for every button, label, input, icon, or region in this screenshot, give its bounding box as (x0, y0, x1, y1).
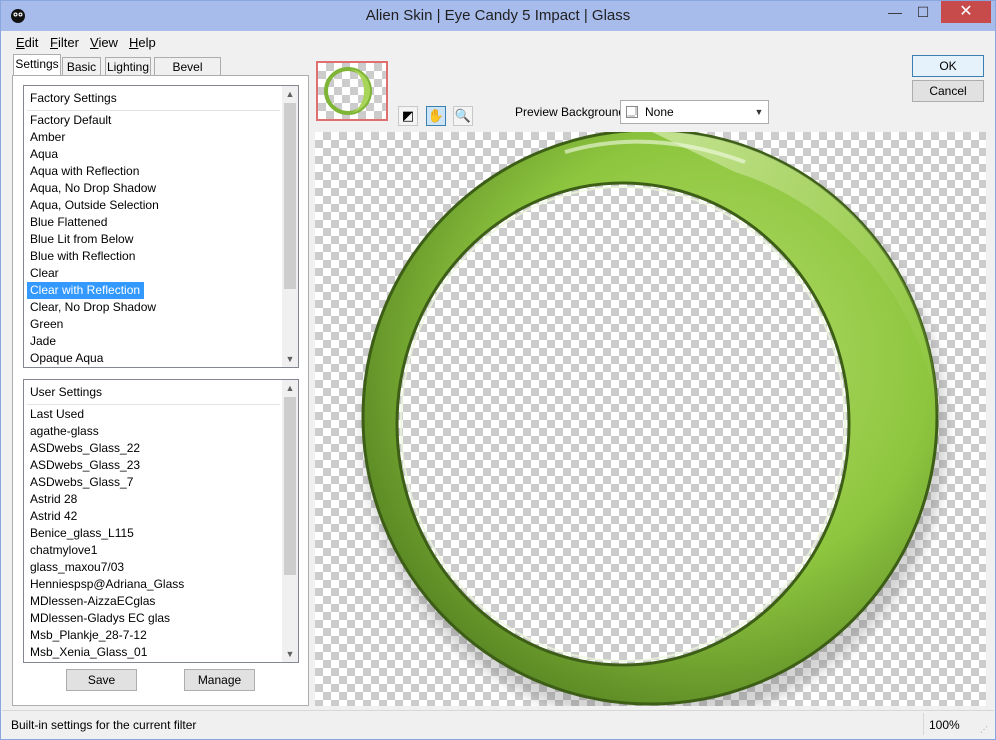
factory-settings-header: Factory Settings (30, 91, 117, 105)
list-item[interactable]: chatmylove1 (27, 542, 280, 559)
window-title: Alien Skin | Eye Candy 5 Impact | Glass (365, 7, 631, 24)
user-settings-header: User Settings (30, 385, 103, 399)
close-button[interactable]: ✕ (941, 1, 991, 23)
list-item[interactable]: Blue Lit from Below (27, 231, 280, 248)
scroll-up-icon[interactable]: ▲ (282, 380, 298, 396)
list-divider (27, 110, 280, 111)
app-window: Alien Skin | Eye Candy 5 Impact | Glass … (0, 0, 996, 740)
menu-edit[interactable]: Edit (16, 35, 38, 50)
user-list-scrollbar[interactable]: ▲ ▼ (282, 380, 298, 662)
zoom-icon[interactable]: 🔍 (453, 106, 473, 126)
compare-icon[interactable]: ◩ (398, 106, 418, 126)
list-item[interactable]: ASDwebs_Glass_7 (27, 474, 280, 491)
scroll-thumb[interactable] (284, 103, 296, 289)
menu-bar: Edit Filter View Help (2, 31, 994, 53)
list-item[interactable]: MDlessen-AizzaECglas (27, 593, 280, 610)
list-item[interactable]: Benice_glass_L115 (27, 525, 280, 542)
list-item[interactable]: ASDwebs_Glass_23 (27, 457, 280, 474)
list-item[interactable]: Clear with Reflection (27, 282, 145, 299)
list-item[interactable]: Msb_Plankje_28-7-12 (27, 627, 280, 644)
list-item[interactable]: Opaque Aqua (27, 350, 280, 367)
user-settings-items: Last Used agathe-glass ASDwebs_Glass_22 ASD… (27, 406, 280, 661)
scroll-up-icon[interactable]: ▲ (282, 86, 298, 102)
list-item[interactable]: Astrid 28 (27, 491, 280, 508)
list-item[interactable]: Aqua, No Drop Shadow (27, 180, 280, 197)
list-divider (27, 404, 280, 405)
background-swatch-icon (626, 106, 638, 118)
list-item[interactable]: Blue Flattened (27, 214, 280, 231)
status-bar: Built-in settings for the current filter… (2, 710, 994, 739)
preview-background-select[interactable]: None ▼ (620, 100, 769, 124)
ok-button[interactable]: OK (912, 55, 984, 77)
list-item[interactable]: Factory Default (27, 112, 280, 129)
preview-background-value: None (645, 105, 674, 119)
thumbnail-ring (324, 67, 372, 115)
list-item[interactable]: Msb_Xenia_Glass_01 (27, 644, 280, 661)
title-bar[interactable]: Alien Skin | Eye Candy 5 Impact | Glass … (1, 1, 995, 31)
list-item[interactable]: Astrid 42 (27, 508, 280, 525)
list-item[interactable]: agathe-glass (27, 423, 280, 440)
scroll-thumb[interactable] (284, 397, 296, 575)
minimize-icon: — (888, 4, 902, 20)
list-item[interactable]: Aqua (27, 146, 280, 163)
list-item[interactable]: glass_maxou7/03 (27, 559, 280, 576)
list-item[interactable]: Aqua, Outside Selection (27, 197, 280, 214)
manage-button[interactable]: Manage (184, 669, 255, 691)
list-item[interactable]: Clear (27, 265, 280, 282)
tab-lighting[interactable]: Lighting (105, 57, 151, 75)
list-item[interactable]: Amber (27, 129, 280, 146)
maximize-button[interactable]: ☐ (909, 1, 937, 23)
minimize-button[interactable]: — (881, 1, 909, 23)
list-item[interactable]: Jade (27, 333, 280, 350)
tab-bevel-profile[interactable]: Bevel Profile (154, 57, 221, 92)
factory-settings-items: Factory Default Amber Aqua Aqua with Reflec… (27, 112, 280, 367)
glass-ring-preview (361, 132, 947, 706)
list-item[interactable]: Last Used (27, 406, 280, 423)
save-button[interactable]: Save (66, 669, 137, 691)
preview-background-label: Preview Background: (515, 105, 629, 119)
chevron-down-icon[interactable]: ▼ (750, 101, 768, 123)
list-item[interactable]: Aqua with Reflection (27, 163, 280, 180)
menu-filter[interactable]: Filter (50, 35, 79, 50)
menu-view[interactable]: View (90, 35, 118, 50)
maximize-icon: ☐ (916, 4, 930, 20)
cancel-button[interactable]: Cancel (912, 80, 984, 102)
factory-settings-list[interactable]: Factory Settings Factory Default Amber Aqu… (23, 85, 299, 368)
tab-basic[interactable]: Basic (62, 57, 101, 75)
status-text: Built-in settings for the current filter (11, 718, 197, 732)
user-settings-list[interactable]: User Settings Last Used agathe-glass ASDwe… (23, 379, 299, 663)
close-icon: ✕ (959, 3, 973, 20)
preview-canvas[interactable] (315, 132, 986, 706)
factory-list-scrollbar[interactable]: ▲ ▼ (282, 86, 298, 367)
list-item[interactable]: ASDwebs_Glass_22 (27, 440, 280, 457)
tab-settings[interactable]: Settings (13, 54, 61, 75)
resize-grip-icon[interactable]: ⋰ (980, 725, 990, 735)
hand-pan-icon[interactable]: ✋ (426, 106, 446, 126)
scroll-down-icon[interactable]: ▼ (282, 351, 298, 367)
list-item[interactable]: Green (27, 316, 280, 333)
preview-thumbnail[interactable] (316, 61, 388, 121)
menu-help[interactable]: Help (129, 35, 156, 50)
zoom-text: 100% (929, 718, 960, 732)
list-item[interactable]: MDlessen-Gladys EC glas (27, 610, 280, 627)
list-item[interactable]: Clear, No Drop Shadow (27, 299, 280, 316)
scroll-down-icon[interactable]: ▼ (282, 646, 298, 662)
list-item[interactable]: Henniespsp@Adriana_Glass (27, 576, 280, 593)
zoom-level: 100% (923, 713, 964, 735)
list-item[interactable]: Blue with Reflection (27, 248, 280, 265)
